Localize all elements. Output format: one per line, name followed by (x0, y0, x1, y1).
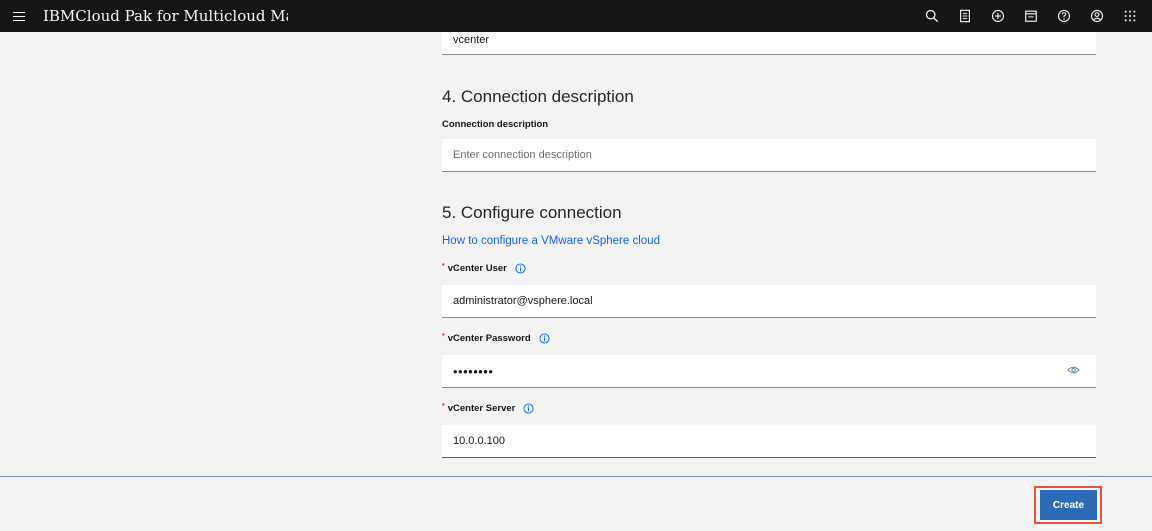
app-switcher-icon[interactable] (1113, 0, 1146, 32)
vcenter-user-value: administrator@vsphere.local (453, 295, 593, 307)
vcenter-user-input[interactable]: administrator@vsphere.local (442, 285, 1096, 318)
info-icon[interactable] (515, 263, 526, 274)
vcenter-user-label: * vCenter User (442, 263, 526, 274)
info-icon[interactable] (539, 333, 550, 344)
product-title: IBMCloud Pak for Multicloud Manager (43, 7, 288, 25)
search-icon[interactable] (915, 0, 948, 32)
form-footer (0, 476, 1152, 531)
connection-description-label: Connection description (442, 119, 548, 130)
documentation-icon[interactable] (948, 0, 981, 32)
vcenter-password-label: * vCenter Password (442, 333, 550, 344)
connection-name-value: vcenter (453, 34, 490, 46)
help-icon[interactable] (1047, 0, 1080, 32)
header-actions (915, 0, 1146, 32)
show-password-icon[interactable] (1067, 365, 1080, 375)
vcenter-user-label-text: vCenter User (447, 263, 507, 274)
vcenter-server-value: 10.0.0.100 (453, 435, 505, 447)
required-marker: * (442, 333, 445, 340)
required-marker: * (442, 403, 445, 410)
connection-description-input[interactable]: Enter connection description (442, 139, 1096, 172)
vcenter-server-label-text: vCenter Server (447, 403, 516, 414)
connection-name-input[interactable]: vcenter (442, 32, 1096, 55)
top-navigation-bar: IBMCloud Pak for Multicloud Manager (0, 0, 1152, 32)
add-icon[interactable] (981, 0, 1014, 32)
vcenter-server-input[interactable]: 10.0.0.100 (442, 425, 1096, 458)
create-button[interactable]: Create (1040, 490, 1097, 520)
connection-description-label-text: Connection description (442, 119, 549, 130)
vsphere-help-link[interactable]: How to configure a VMware vSphere cloud (442, 235, 660, 247)
vcenter-password-input[interactable]: •••••••• (442, 355, 1096, 388)
vcenter-password-value: •••••••• (453, 363, 494, 379)
menu-icon[interactable] (0, 0, 38, 32)
section-title-connection-description: 4. Connection description (442, 87, 634, 106)
required-marker: * (442, 263, 445, 270)
info-icon[interactable] (523, 403, 534, 414)
vcenter-server-label: * vCenter Server (442, 403, 534, 414)
section-title-configure-connection: 5. Configure connection (442, 203, 622, 222)
calendar-icon[interactable] (1014, 0, 1047, 32)
user-icon[interactable] (1080, 0, 1113, 32)
vcenter-password-label-text: vCenter Password (447, 333, 531, 344)
connection-description-placeholder: Enter connection description (453, 149, 592, 161)
